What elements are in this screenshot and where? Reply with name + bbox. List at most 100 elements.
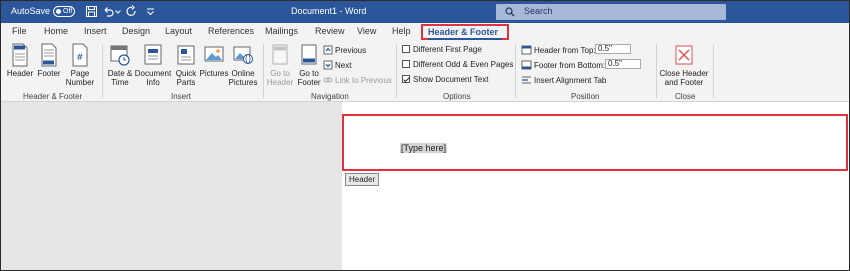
- ribbon: Header Footer # Page Number Header & Foo…: [1, 41, 849, 102]
- group-separator: [656, 44, 657, 98]
- next-icon: [323, 60, 333, 70]
- tab-mailings[interactable]: Mailings: [265, 26, 298, 36]
- tab-header-footer-label: Header & Footer: [428, 27, 499, 37]
- group-label-options: Options: [443, 92, 471, 101]
- different-odd-even-checkbox[interactable]: [402, 60, 410, 68]
- close-label-2: and Footer: [664, 78, 704, 87]
- footer-from-bottom-value: 0.5": [608, 59, 622, 68]
- online-pictures-button[interactable]: Online Pictures: [228, 43, 258, 87]
- close-icon: [675, 45, 693, 65]
- online-pictures-label-1: Online: [231, 69, 255, 78]
- different-first-page-checkbox[interactable]: [402, 45, 410, 53]
- tab-layout[interactable]: Layout: [165, 26, 192, 36]
- redo-icon[interactable]: [125, 5, 138, 18]
- calendar-clock-icon: [110, 45, 130, 66]
- footer-position-icon: [521, 60, 532, 70]
- group-label-insert: Insert: [171, 92, 192, 101]
- link-to-previous-label: Link to Previous: [335, 76, 392, 85]
- header-tag: Header: [345, 173, 380, 186]
- alignment-tab-icon: [522, 76, 531, 84]
- different-odd-even-label: Different Odd & Even Pages: [413, 60, 514, 69]
- document-info-label-1: Document: [134, 69, 172, 78]
- previous-button[interactable]: Previous: [323, 45, 366, 55]
- tab-help[interactable]: Help: [392, 26, 411, 36]
- header-from-top-value: 0.5": [598, 44, 612, 53]
- svg-text:#: #: [76, 53, 84, 63]
- quick-parts-label-1: Quick: [175, 69, 197, 78]
- page-number-label-2: Number: [65, 78, 95, 87]
- undo-dropdown-icon[interactable]: [114, 5, 122, 18]
- insert-alignment-tab-label: Insert Alignment Tab: [534, 76, 607, 85]
- close-header-footer-button[interactable]: Close Header and Footer: [658, 43, 710, 87]
- different-first-page-label: Different First Page: [413, 45, 482, 54]
- footer-button-label: Footer: [37, 69, 61, 78]
- page-number-label-1: Page: [70, 69, 90, 78]
- header-from-top-input[interactable]: 0.5": [595, 44, 631, 54]
- date-time-label-1: Date &: [107, 69, 133, 78]
- group-separator: [515, 44, 516, 98]
- go-to-header-label-2: Header: [266, 78, 294, 87]
- link-to-previous-button[interactable]: Link to Previous: [323, 75, 392, 85]
- header-from-top-row: Header from Top:: [521, 45, 596, 55]
- go-to-footer-icon: [301, 44, 317, 65]
- footer-from-bottom-input[interactable]: 0.5": [605, 59, 641, 69]
- date-time-button[interactable]: Date & Time: [105, 43, 135, 87]
- header-from-top-label: Header from Top:: [534, 46, 596, 55]
- different-first-page-option[interactable]: Different First Page: [402, 45, 482, 54]
- show-document-text-checkbox[interactable]: [402, 75, 410, 83]
- show-document-text-label: Show Document Text: [413, 75, 489, 84]
- go-to-header-button[interactable]: Go to Header: [266, 43, 294, 87]
- search-icon: [505, 7, 515, 17]
- tab-design[interactable]: Design: [122, 26, 150, 36]
- quick-parts-icon: [177, 45, 195, 65]
- footer-from-bottom-row: Footer from Bottom:: [521, 60, 605, 70]
- autosave-toggle[interactable]: Off: [53, 6, 75, 17]
- online-pictures-label-2: Pictures: [228, 78, 258, 87]
- search-box[interactable]: Search: [496, 4, 726, 20]
- search-placeholder: Search: [524, 6, 553, 16]
- close-label-1: Close Header: [659, 69, 709, 78]
- group-separator: [396, 44, 397, 98]
- header-button[interactable]: Header: [5, 43, 35, 78]
- footer-from-bottom-label: Footer from Bottom:: [534, 61, 606, 70]
- tab-home[interactable]: Home: [44, 26, 68, 36]
- tab-insert[interactable]: Insert: [84, 26, 107, 36]
- link-icon: [323, 77, 333, 83]
- go-to-header-icon: [272, 44, 288, 65]
- footer-button[interactable]: Footer: [35, 43, 63, 78]
- pictures-icon: [204, 46, 224, 62]
- different-odd-even-option[interactable]: Different Odd & Even Pages: [402, 60, 513, 69]
- go-to-header-label-1: Go to: [270, 69, 290, 78]
- customize-toolbar-icon[interactable]: [144, 5, 157, 18]
- ribbon-tabs: File Home Insert Design Layout Reference…: [1, 23, 849, 41]
- quick-parts-button[interactable]: Quick Parts: [171, 43, 201, 87]
- go-to-footer-button[interactable]: Go to Footer: [295, 43, 323, 87]
- group-label-position: Position: [571, 92, 600, 101]
- save-icon[interactable]: [85, 5, 98, 18]
- tab-header-footer[interactable]: Header & Footer: [421, 24, 509, 40]
- group-label-header-footer: Header & Footer: [23, 92, 83, 101]
- date-time-label-2: Time: [111, 78, 129, 87]
- show-document-text-option[interactable]: Show Document Text: [402, 75, 488, 84]
- group-label-navigation: Navigation: [311, 92, 349, 101]
- header-placeholder-text[interactable]: [Type here]: [400, 143, 448, 153]
- go-to-footer-label-1: Go to: [299, 69, 319, 78]
- header-position-icon: [521, 45, 532, 55]
- group-separator: [713, 44, 714, 98]
- insert-alignment-tab-button[interactable]: Insert Alignment Tab: [521, 75, 606, 85]
- document-info-button[interactable]: Document Info: [134, 43, 172, 87]
- toggle-knob: [56, 9, 61, 14]
- group-separator: [263, 44, 264, 98]
- footer-icon: [41, 43, 57, 67]
- tab-file[interactable]: File: [12, 26, 27, 36]
- group-label-close: Close: [675, 92, 696, 101]
- tab-references[interactable]: References: [208, 26, 254, 36]
- document-info-icon: [144, 44, 162, 65]
- tab-review[interactable]: Review: [315, 26, 345, 36]
- page-number-button[interactable]: # Page Number: [63, 43, 97, 87]
- title-bar: AutoSave Off Document1 - Word Search: [1, 1, 849, 23]
- tab-view[interactable]: View: [357, 26, 376, 36]
- next-button[interactable]: Next: [323, 60, 351, 70]
- pictures-button[interactable]: Pictures: [199, 43, 229, 78]
- header-icon: [12, 43, 28, 67]
